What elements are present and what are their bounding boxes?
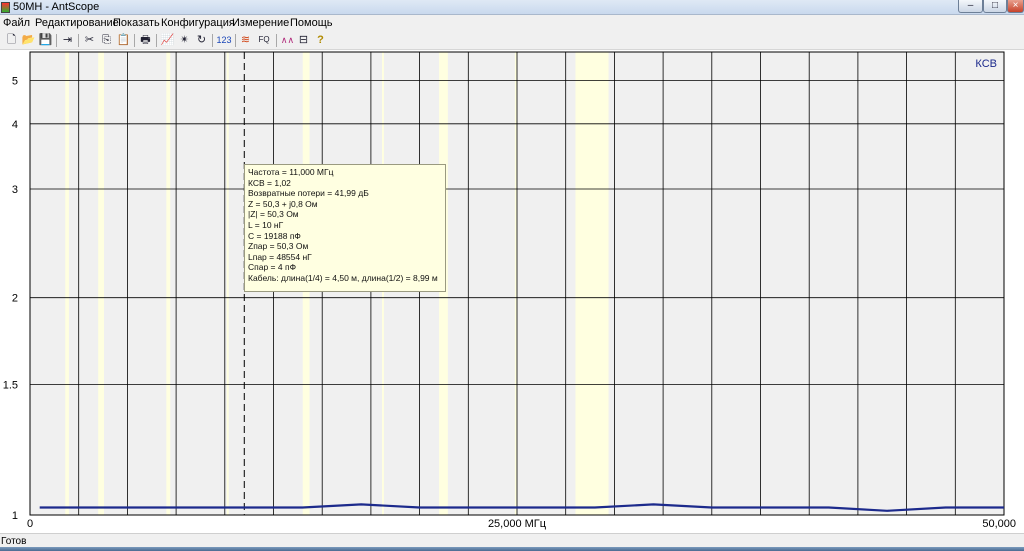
menu-config[interactable]: Конфигурация xyxy=(161,17,235,29)
y-tick-label: 4 xyxy=(12,119,18,131)
plot-area[interactable]: 1 1.5 2 3 4 5 0 25,000 МГц 50,000 КСВ Частота = 1… xyxy=(0,50,1024,533)
antenna-icon[interactable]: ≋ xyxy=(238,33,253,47)
tooltip-line: Lпар = 48554 нГ xyxy=(248,251,312,262)
toolbar-separator xyxy=(235,34,236,47)
y-tick-label: 3 xyxy=(12,184,18,196)
taskbar-strip xyxy=(0,547,1024,551)
x-tick-label: 50,000 xyxy=(982,518,1016,530)
swr-chart[interactable]: 1 1.5 2 3 4 5 0 25,000 МГц 50,000 КСВ xyxy=(0,50,1024,533)
help-icon[interactable]: ? xyxy=(313,33,328,47)
paste-icon[interactable]: 📋 xyxy=(116,33,131,47)
toolbar-separator xyxy=(134,34,135,47)
menu-bar: Файл Редактирование Показать Конфигураци… xyxy=(0,15,1024,31)
y-tick-label: 2 xyxy=(12,293,18,305)
window-title: 50MH - AntScope xyxy=(13,1,100,13)
menu-help[interactable]: Помощь xyxy=(290,17,333,29)
app-icon xyxy=(1,2,10,13)
tooltip-line: Возвратные потери = 41,99 дБ xyxy=(248,188,369,199)
refresh-icon[interactable]: ↻ xyxy=(194,33,209,47)
tooltip-line: Zпар = 50,3 Ом xyxy=(248,241,309,252)
y-tick-label: 1 xyxy=(12,510,18,522)
tooltip-line: Кабель: длина(1/4) = 4,50 м, длина(1/2) … xyxy=(248,272,438,283)
y-tick-label: 1.5 xyxy=(3,380,18,392)
tooltip-line: |Z| = 50,3 Ом xyxy=(248,209,299,220)
ham-band-highlight xyxy=(226,52,229,515)
toolbar-separator xyxy=(56,34,57,47)
cursor-readout-tooltip: Частота = 11,000 МГц КСВ = 1,02 Возвратные… xyxy=(244,164,446,292)
menu-file[interactable]: Файл xyxy=(3,17,30,29)
x-tick-label: 0 xyxy=(27,518,33,530)
print-icon[interactable]: 🖶 xyxy=(138,33,153,47)
ham-band-highlight xyxy=(98,52,105,515)
ham-band-highlight xyxy=(575,52,609,515)
maximize-button[interactable]: □ xyxy=(983,0,1007,13)
y-tick-label: 5 xyxy=(12,75,18,87)
menu-view[interactable]: Показать xyxy=(113,17,160,29)
settings-star-icon[interactable]: ✴ xyxy=(177,33,192,47)
export-icon[interactable]: ⇥ xyxy=(60,33,75,47)
tooltip-line: Z = 50,3 + j0,8 Ом xyxy=(248,198,318,209)
tooltip-line: КСВ = 1,02 xyxy=(248,177,291,188)
tooltip-line: C = 19188 пФ xyxy=(248,230,301,241)
toolbar: 🗋 📂 💾 ⇥ ✂ ⎘ 📋 🖶 📈 ✴ ↻ 123 ≋ FQ ∧∧ ⊟ ? xyxy=(0,31,1024,50)
numeric-icon[interactable]: 123 xyxy=(215,33,233,47)
title-bar: 50MH - AntScope – □ × xyxy=(0,0,1024,15)
new-file-icon[interactable]: 🗋 xyxy=(4,33,19,47)
ham-band-highlight xyxy=(65,52,69,515)
cut-icon[interactable]: ✂ xyxy=(82,33,97,47)
save-icon[interactable]: 💾 xyxy=(38,33,53,47)
open-folder-icon[interactable]: 📂 xyxy=(21,33,36,47)
ham-band-highlight xyxy=(166,52,171,515)
chart-icon[interactable]: 📈 xyxy=(160,33,175,47)
toolbar-separator xyxy=(78,34,79,47)
series-label: КСВ xyxy=(975,58,997,70)
status-text: Готов xyxy=(1,536,27,547)
minimize-button[interactable]: – xyxy=(958,0,983,13)
toolbar-separator xyxy=(276,34,277,47)
menu-measure[interactable]: Измерение xyxy=(232,17,289,29)
toolbar-separator xyxy=(156,34,157,47)
cable-icon[interactable]: ⊟ xyxy=(296,33,311,47)
close-button[interactable]: × xyxy=(1007,0,1024,13)
fq-icon[interactable]: FQ xyxy=(256,33,272,47)
tooltip-line: L = 10 нГ xyxy=(248,219,284,230)
ham-band-highlight xyxy=(514,52,517,515)
tooltip-line: Частота = 11,000 МГц xyxy=(248,167,334,177)
copy-icon[interactable]: ⎘ xyxy=(99,33,114,47)
impedance-icon[interactable]: ∧∧ xyxy=(280,33,295,47)
tooltip-line: Cпар = 4 пФ xyxy=(248,262,297,273)
menu-edit[interactable]: Редактирование xyxy=(35,17,119,29)
x-tick-label: 25,000 МГц xyxy=(488,518,547,530)
toolbar-separator xyxy=(212,34,213,47)
